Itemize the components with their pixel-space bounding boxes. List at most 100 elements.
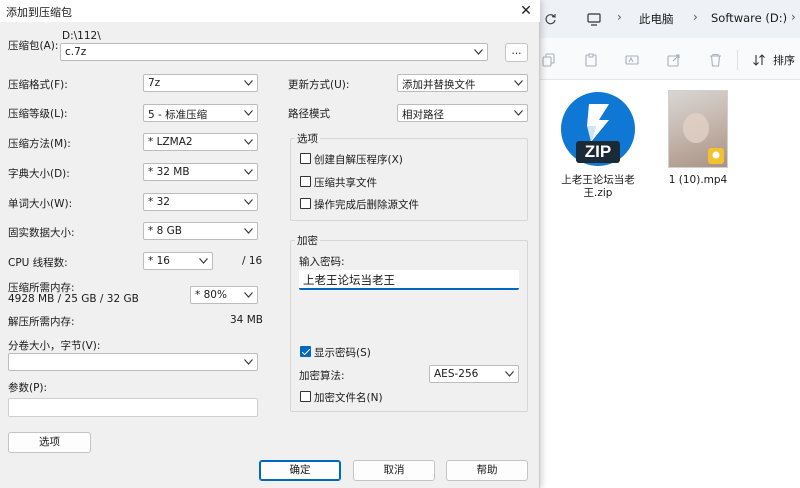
browse-button[interactable]: ... (505, 43, 528, 62)
sort-label[interactable]: 排序 (773, 52, 795, 68)
chevron-down-icon[interactable] (242, 165, 254, 179)
decompress-memory-label: 解压所需内存: (8, 316, 75, 328)
path-mode-value: 相对路径 (402, 109, 444, 121)
level-select[interactable]: 5 - 标准压缩 (143, 104, 258, 122)
file-item-zip[interactable]: ZIP 上老王论坛当老王.zip (553, 90, 643, 200)
chevron-down-icon[interactable] (242, 195, 254, 209)
path-mode-select[interactable]: 相对路径 (397, 104, 528, 122)
encrypt-names-checkbox[interactable] (300, 391, 311, 402)
delete-icon[interactable] (707, 52, 723, 68)
encryption-method-value: AES-256 (434, 368, 479, 380)
archive-name-combo[interactable]: c.7z (60, 43, 488, 61)
solid-size-select[interactable]: * 8 GB (143, 222, 258, 240)
solid-size-label: 固实数据大小: (8, 227, 75, 239)
parameters-input[interactable] (8, 398, 258, 417)
monitor-icon[interactable] (586, 11, 602, 27)
word-size-value: * 32 (148, 196, 170, 208)
paste-icon[interactable] (583, 52, 599, 68)
delete-after-label[interactable]: 操作完成后删除源文件 (314, 197, 419, 212)
sort-icon[interactable] (751, 52, 767, 68)
cancel-button[interactable]: 取消 (353, 460, 435, 481)
encryption-method-select[interactable]: AES-256 (429, 365, 519, 383)
chevron-down-icon[interactable] (242, 288, 254, 302)
help-button[interactable]: 帮助 (446, 460, 528, 481)
file-name-video: 1 (10).mp4 (668, 174, 728, 186)
threads-label: CPU 线程数: (8, 257, 68, 269)
file-item-video[interactable]: 1 (10).mp4 (653, 90, 743, 187)
show-password-label[interactable]: 显示密码(S) (314, 345, 371, 360)
explorer-toolbar: 排序 (535, 38, 800, 80)
chevron-down-icon[interactable] (503, 367, 515, 381)
split-volume-label: 分卷大小，字节(V): (8, 340, 101, 352)
dialog-title: 添加到压缩包 (6, 6, 72, 19)
threads-max: / 16 (242, 255, 263, 267)
play-badge-icon (708, 148, 724, 164)
dictionary-select[interactable]: * 32 MB (143, 163, 258, 181)
file-explorer-window: › 此电脑 › Software (D:) › 排序 ZIP 上老王论坛当老王.… (535, 0, 800, 488)
sfx-checkbox[interactable] (300, 153, 311, 164)
memory-usage-select[interactable]: * 80% (190, 286, 258, 304)
memory-detail: 4928 MB / 25 GB / 32 GB (8, 293, 139, 305)
word-size-select[interactable]: * 32 (143, 193, 258, 211)
toolbar-divider (737, 50, 738, 70)
sfx-label[interactable]: 创建自解压程序(X) (314, 152, 403, 167)
word-size-label: 单词大小(W): (8, 198, 73, 210)
parameters-label: 参数(P): (8, 382, 48, 394)
copy-icon[interactable] (541, 52, 557, 68)
split-volume-select[interactable] (8, 353, 258, 371)
chevron-right-icon: › (791, 10, 796, 24)
update-mode-select[interactable]: 添加并替换文件 (397, 74, 528, 92)
shared-files-label[interactable]: 压缩共享文件 (314, 175, 377, 190)
options-button[interactable]: 选项 (8, 432, 91, 453)
refresh-icon[interactable] (542, 11, 558, 27)
ok-button[interactable]: 确定 (259, 460, 341, 481)
explorer-address-bar: › 此电脑 › Software (D:) › (535, 0, 800, 38)
level-value: 5 - 标准压缩 (148, 109, 208, 121)
shared-files-checkbox[interactable] (300, 176, 311, 187)
chevron-down-icon[interactable] (242, 355, 254, 369)
close-icon[interactable]: ✕ (512, 0, 540, 22)
threads-select[interactable]: * 16 (143, 252, 213, 270)
format-label: 压缩格式(F): (8, 79, 68, 91)
options-group-title: 选项 (295, 131, 320, 146)
dialog-titlebar: 添加到压缩包 ✕ (0, 0, 540, 22)
path-mode-label: 路径模式 (288, 108, 330, 120)
format-select[interactable]: 7z (143, 74, 258, 92)
method-label: 压缩方法(M): (8, 138, 71, 150)
file-name-zip: 上老王论坛当老王.zip (561, 174, 635, 199)
archive-directory: D:\112\ (62, 30, 101, 42)
video-thumbnail (668, 90, 728, 168)
solid-size-value: * 8 GB (148, 225, 182, 237)
chevron-down-icon[interactable] (242, 224, 254, 238)
add-to-archive-dialog: 添加到压缩包 ✕ 压缩包(A): D:\112\ c.7z ... 压缩格式(F… (0, 0, 540, 488)
archive-name-value: c.7z (65, 46, 87, 58)
rename-icon[interactable] (624, 52, 640, 68)
zip-file-icon: ZIP (559, 90, 637, 168)
method-value: * LZMA2 (148, 136, 193, 148)
breadcrumb-this-pc[interactable]: 此电脑 (639, 11, 674, 27)
update-mode-value: 添加并替换文件 (402, 79, 476, 91)
share-icon[interactable] (666, 52, 682, 68)
chevron-down-icon[interactable] (197, 254, 209, 268)
chevron-down-icon[interactable] (242, 106, 254, 120)
encrypt-names-label[interactable]: 加密文件名(N) (314, 390, 383, 405)
chevron-down-icon[interactable] (242, 76, 254, 90)
delete-after-checkbox[interactable] (300, 198, 311, 209)
encryption-group-title: 加密 (295, 233, 320, 248)
chevron-down-icon[interactable] (242, 135, 254, 149)
password-input[interactable]: 上老王论坛当老王 (299, 270, 519, 290)
format-value: 7z (148, 77, 161, 89)
level-label: 压缩等级(L): (8, 108, 68, 120)
chevron-down-icon[interactable] (472, 45, 484, 59)
zip-badge: ZIP (576, 141, 620, 163)
decompress-memory-value: 34 MB (230, 314, 263, 326)
show-password-checkbox[interactable] (300, 346, 311, 357)
encryption-method-label: 加密算法: (299, 370, 345, 382)
password-label: 输入密码: (299, 256, 345, 268)
chevron-down-icon[interactable] (512, 76, 524, 90)
dictionary-value: * 32 MB (148, 166, 190, 178)
method-select[interactable]: * LZMA2 (143, 133, 258, 151)
archive-label: 压缩包(A): (8, 40, 59, 52)
chevron-down-icon[interactable] (512, 106, 524, 120)
breadcrumb-drive[interactable]: Software (D:) (711, 11, 787, 25)
